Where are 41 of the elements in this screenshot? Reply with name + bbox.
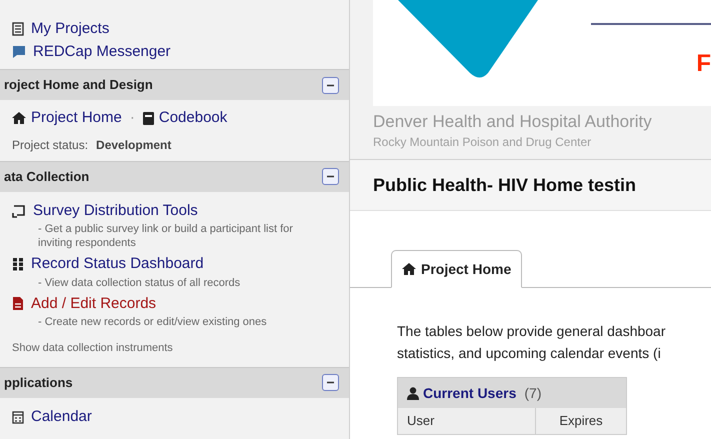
file-icon (12, 296, 24, 312)
status-label: Project status: (12, 136, 88, 154)
home-icon (402, 263, 416, 275)
table-title: Current Users (423, 384, 516, 402)
chat-icon (12, 45, 26, 59)
project-title: Public Health- HIV Home testin (373, 174, 636, 196)
collapse-button[interactable] (322, 168, 339, 185)
intro-text: The tables below provide general dashboar statistics, and upcoming calendar events (i (397, 322, 667, 363)
sub-org-name: Rocky Mountain Poison and Drug Center (373, 134, 592, 151)
status-value: Development (96, 136, 172, 154)
project-home-link[interactable]: Project Home (12, 107, 122, 130)
collection-link[interactable]: Record Status Dashboard (12, 253, 349, 276)
nav-link[interactable]: REDCap Messenger (12, 42, 349, 62)
user-count: (7) (524, 384, 542, 403)
column-header: User (398, 408, 536, 434)
app-link[interactable]: Calendar (12, 406, 349, 428)
user-icon (407, 386, 419, 400)
section-title: pplications (4, 374, 73, 392)
list-icon (12, 22, 24, 36)
column-header: Expires (558, 412, 604, 430)
survey-icon (12, 204, 26, 218)
org-name: Denver Health and Hospital Authority (373, 111, 653, 133)
nav-link[interactable]: My Projects (12, 19, 349, 39)
collection-link[interactable]: Survey Distribution Tools (12, 200, 349, 222)
collapse-button[interactable] (322, 374, 339, 391)
book-icon (142, 112, 154, 125)
tab[interactable]: Project Home (391, 250, 522, 288)
separator-dot: · (128, 108, 136, 128)
collapse-button[interactable] (322, 76, 339, 94)
home-icon (12, 112, 26, 124)
codebook-link[interactable]: Codebook (142, 107, 228, 130)
link-description: - Create new records or edit/view existing ones (37, 315, 268, 329)
section-title: ata Collection (4, 168, 90, 186)
grid-icon (12, 257, 24, 272)
logo-letter: F (696, 52, 711, 76)
show-instruments-link[interactable]: Show data collection instruments (12, 340, 349, 356)
link-description: - View data collection status of all records (37, 276, 242, 290)
collection-link[interactable]: Add / Edit Records (12, 292, 349, 315)
section-title: roject Home and Design (4, 76, 153, 94)
calendar-icon (12, 410, 24, 424)
link-description: - Get a public survey link or build a participant list for inviting respondents (37, 222, 294, 250)
